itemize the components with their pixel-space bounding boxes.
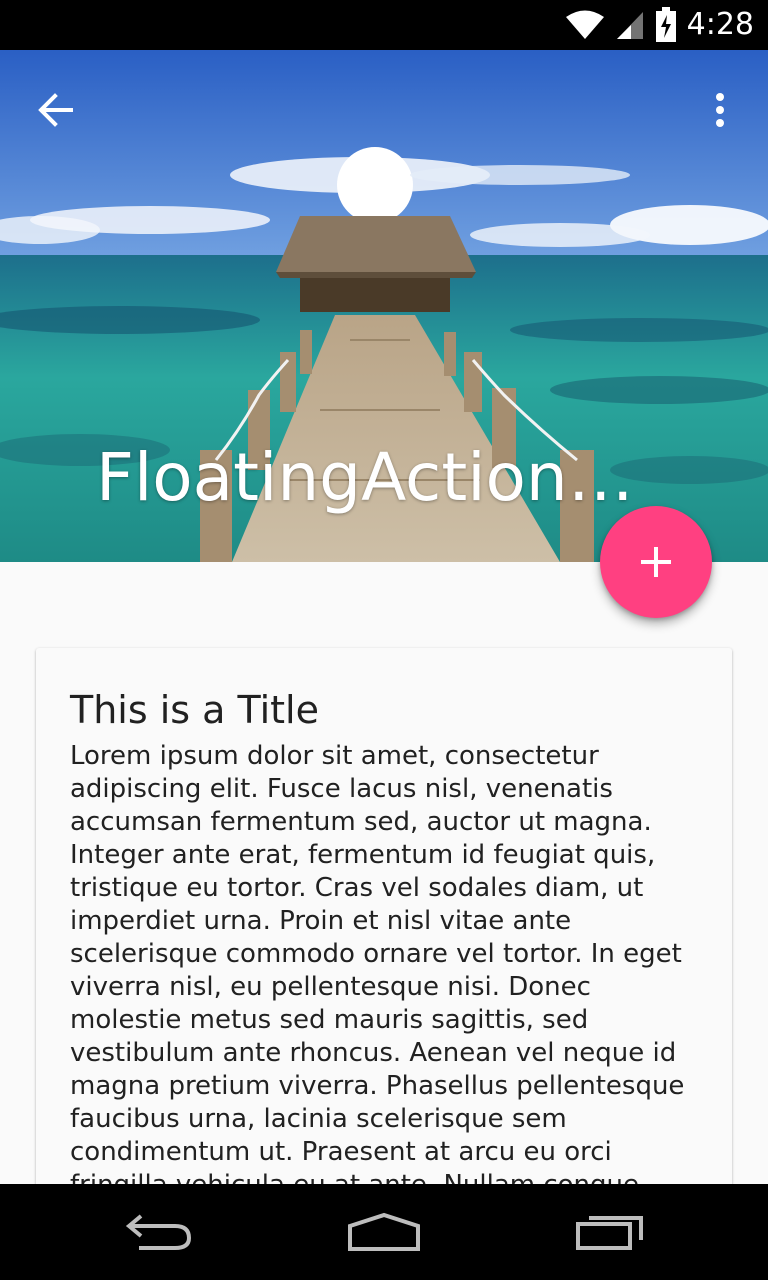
toolbar-title: FloatingActionButtonBasic [96,439,656,516]
navigation-bar [0,1184,768,1280]
card-title: This is a Title [70,688,319,732]
status-bar: 4:28 [0,0,768,50]
status-time: 4:28 [686,7,754,42]
more-vert-icon [716,93,724,127]
nav-back-icon [125,1214,192,1250]
nav-home-button[interactable] [304,1184,464,1280]
arrow-back-icon [38,93,73,127]
app-header: FloatingActionButtonBasic [0,50,768,562]
back-button[interactable] [24,78,88,142]
status-icons: 4:28 [565,0,768,50]
card-body: Lorem ipsum dolor sit amet, consectetur … [70,741,685,1233]
add-fab[interactable] [600,506,712,618]
wifi-icon [565,10,604,39]
battery-charging-icon [655,7,676,42]
cell-signal-icon [616,12,643,39]
nav-home-icon [348,1212,420,1251]
nav-recents-button[interactable] [530,1184,690,1280]
overflow-menu-button[interactable] [690,78,750,142]
plus-icon [641,547,671,577]
nav-back-button[interactable] [80,1184,240,1280]
nav-recents-icon [576,1216,643,1250]
content-card: This is a Title Lorem ipsum dolor sit am… [36,648,732,1248]
